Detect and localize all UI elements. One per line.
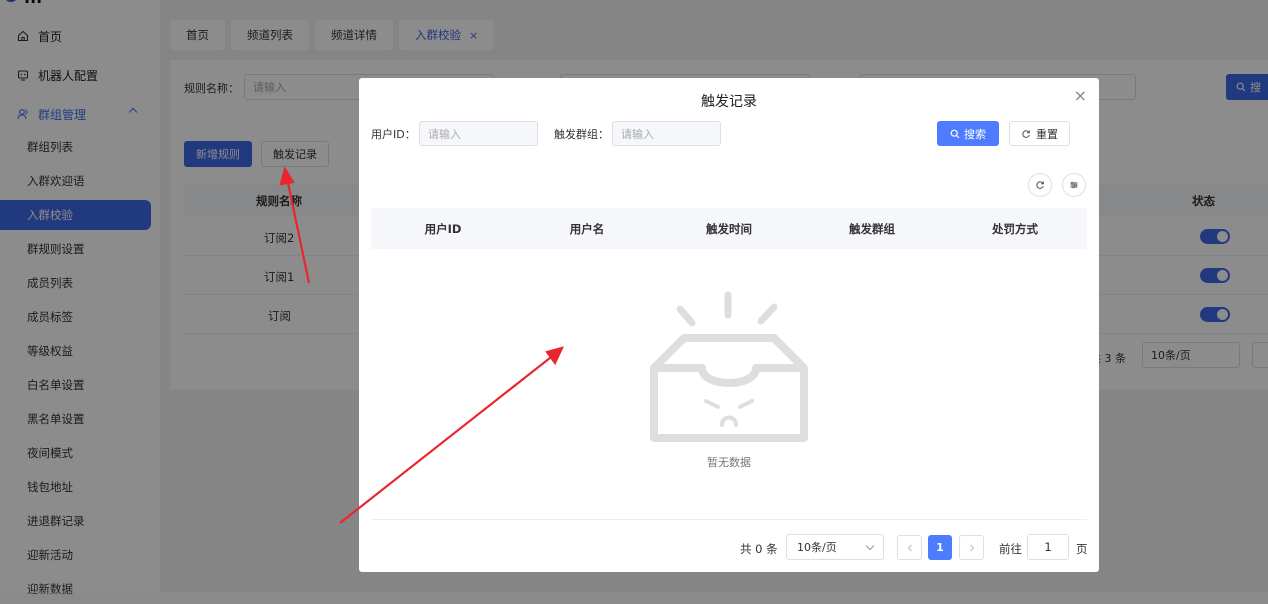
sliders-icon: [1070, 181, 1078, 189]
refresh-table-button[interactable]: [1028, 173, 1052, 197]
dialog-title: 触发记录: [701, 94, 757, 110]
pager-prev-button[interactable]: [897, 535, 922, 560]
trigger-log-dialog: 触发记录 × 用户ID： 请输入 触发群组： 请输入 搜索 重置 用户ID 用户…: [359, 78, 1099, 572]
pager-jump-input[interactable]: 1: [1027, 534, 1069, 560]
refresh-icon: [1036, 181, 1044, 189]
chevron-left-icon: [907, 544, 912, 551]
pager-size-value: 10条/页: [797, 541, 837, 554]
chevron-down-icon: [865, 541, 875, 551]
pager-page-1[interactable]: 1: [928, 535, 952, 560]
column-header-user-id: 用户ID: [424, 222, 462, 236]
reset-button[interactable]: 重置: [1009, 121, 1070, 146]
empty-box-icon: [650, 291, 808, 442]
column-header-trigger-time: 触发时间: [706, 222, 752, 236]
column-settings-button[interactable]: [1062, 173, 1086, 197]
divider: [371, 519, 1087, 520]
search-icon: [950, 129, 960, 138]
search-button-label: 搜索: [964, 127, 986, 141]
column-header-trigger-group: 触发群组: [849, 222, 895, 236]
user-id-label: 用户ID：: [371, 128, 416, 141]
pager-next-button[interactable]: [959, 535, 984, 560]
close-icon[interactable]: ×: [1074, 86, 1087, 105]
pager-size-select[interactable]: 10条/页: [786, 534, 884, 560]
pager-goto-label: 前往: [999, 542, 1022, 556]
reset-button-label: 重置: [1036, 127, 1058, 141]
user-id-input[interactable]: 请输入: [419, 121, 538, 146]
column-header-username: 用户名: [569, 222, 605, 236]
column-header-penalty: 处罚方式: [992, 222, 1038, 236]
table-header: 用户ID 用户名 触发时间 触发群组 处罚方式: [371, 208, 1087, 249]
pager-total: 共 0 条: [740, 542, 778, 556]
trigger-group-input[interactable]: 请输入: [612, 121, 721, 146]
empty-text: 暂无数据: [707, 456, 751, 469]
search-button[interactable]: 搜索: [937, 121, 999, 146]
chevron-right-icon: [969, 544, 974, 551]
pager-page-suffix: 页: [1076, 542, 1088, 556]
refresh-icon: [1022, 129, 1030, 138]
trigger-group-label: 触发群组：: [554, 128, 609, 141]
